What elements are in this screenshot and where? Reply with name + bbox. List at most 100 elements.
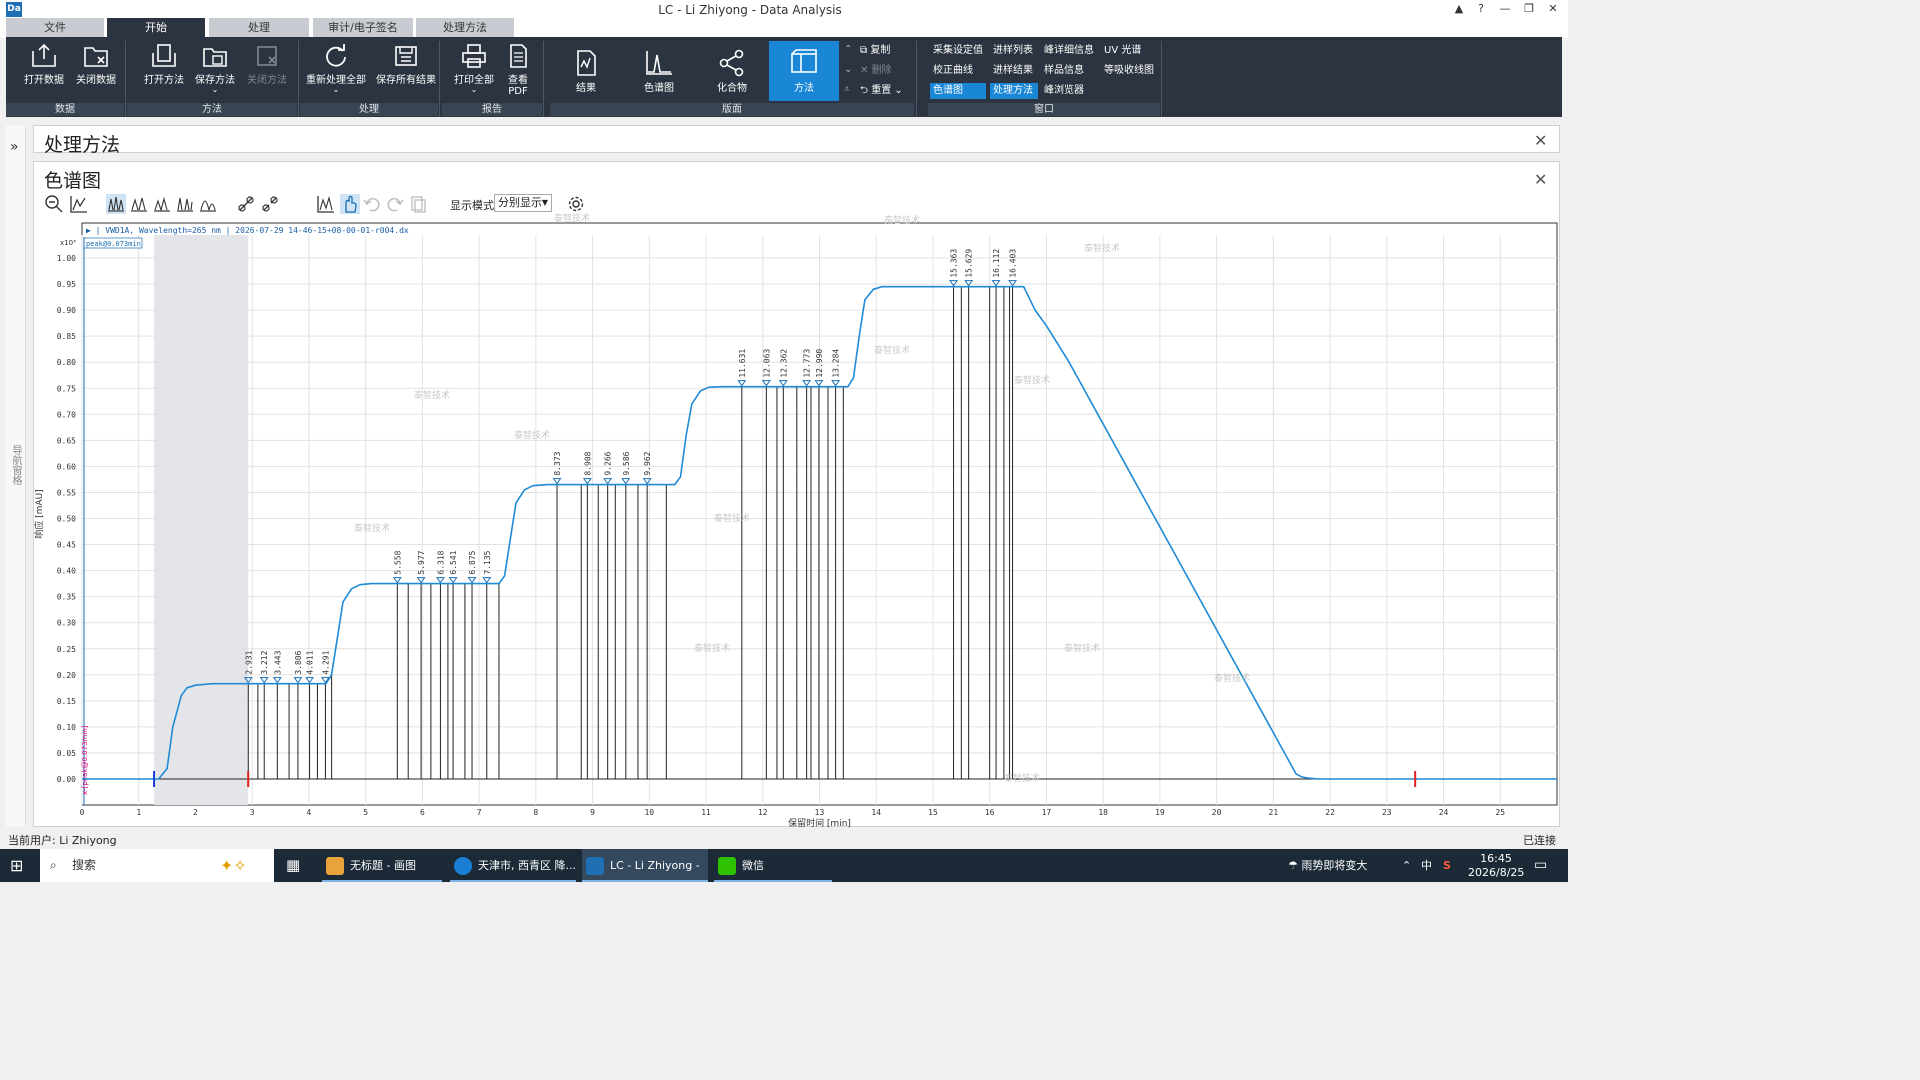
peak-label: 15.629 [965,249,974,278]
x-tick-label: 9 [590,808,595,817]
x-tick-label: 16 [985,808,995,817]
x-tick-label: 23 [1382,808,1392,817]
taskbar-app-paint[interactable]: 无标题 - 画图 [322,849,442,882]
layout-method-button[interactable]: 方法 [769,41,839,101]
peak-label: 6.541 [449,550,458,574]
minimize-button[interactable]: — [1494,1,1516,17]
close-method-icon [252,43,282,69]
window-link-calibration-curve[interactable]: 校正曲线 [930,63,976,79]
x-tick-label: 0 [80,808,85,817]
delete-icon: ✕ [860,65,872,76]
window-link-sample-info[interactable]: 样品信息 [1041,63,1087,79]
window-link-processing-method[interactable]: 处理方法 [990,83,1038,99]
layout-chromatogram-button[interactable]: 色谱图 [627,41,691,101]
taskbar-app-edge[interactable]: 天津市, 西青区 降... [450,849,576,882]
ime-indicator[interactable]: 中 [1421,849,1432,882]
y-tick-label: 0.95 [57,280,76,289]
close-method-button[interactable]: 关闭方法 [242,43,292,86]
title-bar: Da LC - Li Zhiyong - Data Analysis ▲ ? —… [0,0,1568,20]
reprocess-dropdown-icon[interactable]: ⌄ [304,86,368,94]
reset-dropdown-icon[interactable]: ⌄ [891,85,902,96]
window-link-acquisition-setpoints[interactable]: 采集设定值 [930,43,986,59]
taskbar-app-lc[interactable]: LC - Li Zhiyong - ... [582,849,708,905]
peak-label: 4.291 [321,650,330,674]
restore-button[interactable]: ❐ [1518,1,1540,17]
window-link-peak-details[interactable]: 峰详细信息 [1041,43,1097,59]
search-icon: ⌕ [50,858,57,872]
scroll-down-icon[interactable]: ⌄ [844,61,852,78]
window-link-peak-browser[interactable]: 峰浏览器 [1041,83,1087,99]
help-button[interactable]: ? [1470,1,1492,17]
save-all-results-button[interactable]: 保存所有结果 [372,43,440,86]
antivirus-tray-icon[interactable]: S [1443,849,1451,882]
scroll-up-icon[interactable]: ⌃ [844,41,852,58]
layout-compounds-button[interactable]: 化合物 [700,41,764,101]
open-data-button[interactable]: 打开数据 [22,43,66,86]
tray-chevron-icon[interactable]: ⌃ [1402,849,1411,882]
close-method-label: 关闭方法 [247,75,287,86]
watermark: 泰智技术 [1084,242,1120,254]
save-method-button[interactable]: 保存方法 ⌄ [190,43,240,94]
taskbar-search[interactable]: ⌕ 搜索 ✦✧ [40,849,274,882]
layout-results-button[interactable]: 结果 [554,41,618,101]
expand-icon[interactable]: ⩡ [844,81,850,98]
ribbon-separator [1161,41,1162,117]
print-dropdown-icon[interactable]: ⌄ [452,86,496,94]
trace-label: ▶ | VWD1A, Wavelength=265 nm | 2026-07-2… [86,226,409,235]
peak-label: 3.806 [294,650,303,674]
layout-compounds-label: 化合物 [717,83,747,94]
x-tick-label: 18 [1098,808,1108,817]
peak-label: 7.135 [483,550,492,574]
watermark: 泰智技术 [1064,642,1100,654]
print-all-button[interactable]: 打印全部 ⌄ [452,43,496,94]
open-method-icon [149,43,179,69]
windows-start-icon[interactable]: ⊞ [10,849,30,882]
window-link-isoabsorbance-plot[interactable]: 等吸收线图 [1101,63,1157,79]
taskbar-clock[interactable]: 16:45 2026/8/25 [1468,849,1524,882]
chromatogram-plot[interactable]: 0 1 2 3 4 5 6 7 8 9 10 11 12 13 14 15 16 17 18 19 20 21 22 23 24… [34,162,1561,828]
close-icon[interactable]: ✕ [1534,131,1547,150]
expand-pane-icon[interactable]: » [10,139,19,155]
y-tick-label: 0.25 [57,645,76,654]
y-tick-label: 0.80 [57,358,76,367]
peak-label: 16.112 [992,249,1001,278]
reprocess-all-button[interactable]: 重新处理全部 ⌄ [304,43,368,94]
document-icon [503,43,533,69]
pin-button[interactable]: ▲ [1448,1,1470,17]
tab-process[interactable]: 处理 [209,18,309,38]
view-pdf-button[interactable]: 查看 PDF [500,43,536,97]
x-tick-label: 7 [477,808,482,817]
close-data-button[interactable]: 关闭数据 [74,43,118,86]
copy-label: 复制 [870,45,891,56]
window-link-injection-list[interactable]: 进样列表 [990,43,1036,59]
copy-layout-button[interactable]: ⧉ 复制 [860,42,890,59]
window-link-chromatogram[interactable]: 色谱图 [930,83,986,99]
ribbon: 打开数据 关闭数据 数据 打开方法 保存方法 ⌄ 关闭方法 方法 重新处理全部 … [6,37,1562,117]
calculator-icon[interactable]: ▦ [286,849,306,882]
close-button[interactable]: ✕ [1542,1,1564,17]
tab-audit[interactable]: 审计/电子签名 [313,18,413,38]
peak-label: 12.773 [803,349,812,378]
tab-file[interactable]: 文件 [6,18,104,38]
weather-widget[interactable]: ☂ 雨势即将变大 [1288,849,1367,882]
y-tick-label: 0.30 [57,619,76,628]
open-method-button[interactable]: 打开方法 [140,43,188,86]
delete-layout-button[interactable]: ✕ 删除 [860,62,892,79]
watermark: 泰智技术 [354,522,390,534]
window-link-injection-results[interactable]: 进样结果 [990,63,1036,79]
taskbar-app-wechat[interactable]: 微信 [714,849,832,882]
reset-layout-button[interactable]: ⮌ 重置 ⌄ [860,82,903,99]
taskbar-app-label: 天津市, 西青区 降... [478,859,576,872]
notification-icon[interactable]: ▭ [1534,849,1547,882]
window-link-uv-spectrum[interactable]: UV 光谱 [1101,43,1144,59]
x-tick-label: 21 [1269,808,1279,817]
tab-home[interactable]: 开始 [107,18,205,38]
group-label-layout: 版面 [550,103,914,116]
save-all-icon [391,43,421,69]
peak-label: 6.318 [436,550,445,574]
peak-label: 9.266 [604,451,613,475]
save-method-dropdown-icon[interactable]: ⌄ [190,86,240,94]
tab-processing-method[interactable]: 处理方法 [416,18,514,38]
x-tick-label: 6 [420,808,425,817]
lc-app-icon [586,857,604,875]
